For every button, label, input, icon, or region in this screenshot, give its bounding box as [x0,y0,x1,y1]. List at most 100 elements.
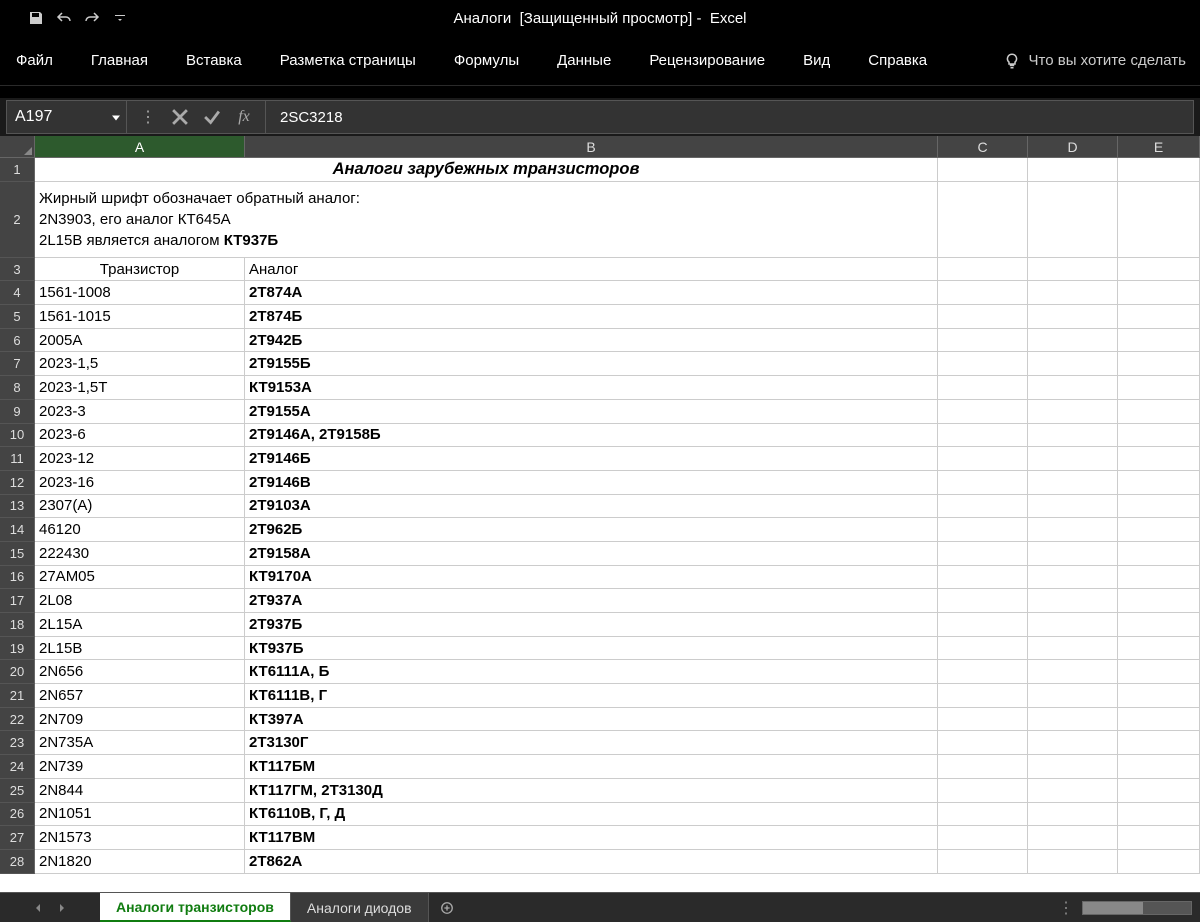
cell[interactable] [1118,708,1200,732]
row-header[interactable]: 9 [0,400,35,424]
cell[interactable] [1118,518,1200,542]
cell[interactable] [938,826,1028,850]
cell[interactable] [1028,660,1118,684]
cell-analog[interactable]: КТ937Б [245,637,938,661]
row-header[interactable]: 23 [0,731,35,755]
cell[interactable] [938,684,1028,708]
row-header[interactable]: 11 [0,447,35,471]
row-header[interactable]: 25 [0,779,35,803]
cell[interactable] [1028,352,1118,376]
cell[interactable] [938,755,1028,779]
cell[interactable] [1028,471,1118,495]
cell[interactable] [1028,826,1118,850]
tab-file[interactable]: Файл [14,46,55,75]
cell-analog[interactable]: 2Т874Б [245,305,938,329]
cell-analog[interactable]: КТ397А [245,708,938,732]
cell-analog[interactable]: 2Т3130Г [245,731,938,755]
cell[interactable] [938,281,1028,305]
cell[interactable] [1028,803,1118,827]
col-header-E[interactable]: E [1118,136,1200,157]
cell[interactable] [1028,755,1118,779]
row-header[interactable]: 5 [0,305,35,329]
cancel-icon[interactable] [169,106,191,128]
cell-transistor[interactable]: 2N739 [35,755,245,779]
row-header[interactable]: 27 [0,826,35,850]
cell[interactable] [1118,424,1200,448]
note-cell[interactable]: Жирный шрифт обозначает обратный аналог:… [35,182,938,258]
cell[interactable] [1118,566,1200,590]
col-header-D[interactable]: D [1028,136,1118,157]
cell[interactable] [1118,376,1200,400]
redo-icon[interactable] [84,10,100,26]
cell-transistor[interactable]: 2023-12 [35,447,245,471]
cell[interactable] [1118,158,1200,182]
cell[interactable] [1028,637,1118,661]
cell[interactable] [1118,684,1200,708]
cell-analog[interactable]: КТ117ГМ, 2Т3130Д [245,779,938,803]
cell[interactable] [938,589,1028,613]
cell[interactable] [1028,376,1118,400]
cell[interactable] [938,850,1028,874]
cell[interactable] [1118,779,1200,803]
tab-home[interactable]: Главная [89,46,150,75]
cell[interactable] [938,542,1028,566]
tab-insert[interactable]: Вставка [184,46,244,75]
tab-view[interactable]: Вид [801,46,832,75]
cell[interactable] [938,182,1028,258]
cell-transistor[interactable]: 2N1573 [35,826,245,850]
row-header[interactable]: 24 [0,755,35,779]
more-icon[interactable]: ⋮ [1058,898,1074,918]
cell-analog[interactable]: 2Т874А [245,281,938,305]
cell[interactable] [1118,258,1200,282]
cell[interactable] [1118,447,1200,471]
col-header-B[interactable]: B [245,136,938,157]
tab-page-layout[interactable]: Разметка страницы [278,46,418,75]
cell-transistor[interactable]: 2N1051 [35,803,245,827]
row-header[interactable]: 6 [0,329,35,353]
tab-formulas[interactable]: Формулы [452,46,521,75]
cell[interactable] [1028,258,1118,282]
cell-analog[interactable]: КТ9153А [245,376,938,400]
cell-analog[interactable]: 2Т9155Б [245,352,938,376]
formula-input[interactable]: 2SC3218 [266,109,1193,126]
tell-me-search[interactable]: Что вы хотите сделать [1003,52,1186,70]
row-header[interactable]: 15 [0,542,35,566]
cell[interactable] [1118,182,1200,258]
cell-transistor[interactable]: 2023-16 [35,471,245,495]
cell-transistor[interactable]: 2023-3 [35,400,245,424]
sheet-tab-diodes[interactable]: Аналоги диодов [291,893,429,922]
cell[interactable] [1028,566,1118,590]
cell[interactable] [938,329,1028,353]
cell[interactable] [938,471,1028,495]
cell-transistor[interactable]: 222430 [35,542,245,566]
cell-transistor[interactable]: 2N657 [35,684,245,708]
cell-analog[interactable]: КТ6111В, Г [245,684,938,708]
document-title-cell[interactable]: Аналоги зарубежных транзисторов [35,158,938,182]
cell-transistor[interactable]: 2023-1,5T [35,376,245,400]
cell[interactable] [1028,495,1118,519]
cell[interactable] [938,305,1028,329]
cell[interactable] [1118,400,1200,424]
cell-analog[interactable]: КТ117ВМ [245,826,938,850]
cell-transistor[interactable]: 2N656 [35,660,245,684]
cell[interactable] [938,731,1028,755]
row-header[interactable]: 13 [0,495,35,519]
row-header[interactable]: 4 [0,281,35,305]
row-header[interactable]: 10 [0,424,35,448]
cell[interactable] [938,158,1028,182]
cell-transistor[interactable]: 1561-1015 [35,305,245,329]
fx-icon[interactable]: fx [233,106,255,128]
cell-analog[interactable]: 2Т9146В [245,471,938,495]
cell-transistor[interactable]: 2023-1,5 [35,352,245,376]
cell-transistor[interactable]: 2N735A [35,731,245,755]
cell[interactable] [1028,779,1118,803]
row-header[interactable]: 16 [0,566,35,590]
cell-transistor[interactable]: 2L15B [35,637,245,661]
row-header[interactable]: 21 [0,684,35,708]
cell-transistor[interactable]: 1561-1008 [35,281,245,305]
cell-transistor[interactable]: 2L15A [35,613,245,637]
cell[interactable] [1028,281,1118,305]
add-sheet-button[interactable] [429,901,465,915]
row-header[interactable]: 28 [0,850,35,874]
cell[interactable] [1118,281,1200,305]
